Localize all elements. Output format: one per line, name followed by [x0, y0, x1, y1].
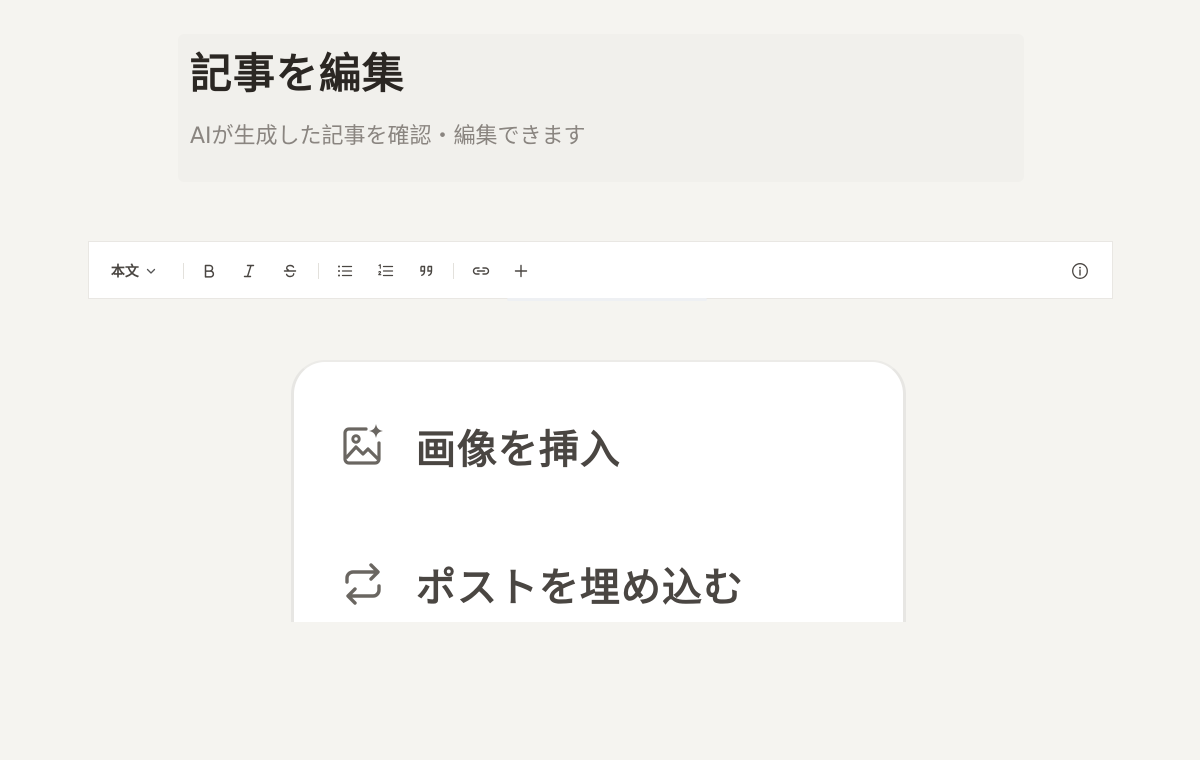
image-add-icon [338, 421, 388, 471]
text-style-value: 本文 [111, 264, 139, 280]
page-subtitle: AIが生成した記事を確認・編集できます [190, 124, 586, 149]
strikethrough-button[interactable] [278, 260, 302, 282]
insert-menu: 画像を挿入 ポストを埋め込む [291, 360, 906, 622]
page-header: 記事を編集 AIが生成した記事を確認・編集できます [178, 34, 1024, 182]
plus-icon [513, 263, 529, 279]
toolbar-divider [183, 263, 184, 279]
bold-button[interactable] [197, 260, 221, 282]
bold-icon [201, 263, 217, 279]
chevron-down-icon [145, 265, 157, 277]
quote-icon [418, 263, 436, 279]
link-button[interactable] [469, 260, 493, 282]
bullet-list-icon [336, 263, 354, 279]
menu-item-insert-image[interactable]: 画像を挿入 [338, 416, 621, 476]
numbered-list-button[interactable] [374, 260, 398, 282]
quote-button[interactable] [415, 260, 439, 282]
repost-icon [338, 559, 388, 609]
menu-item-label: 画像を挿入 [416, 427, 621, 473]
info-button[interactable] [1068, 260, 1092, 282]
toolbar-divider [318, 263, 319, 279]
toolbar-active-indicator [507, 298, 707, 301]
italic-icon [241, 263, 257, 279]
strikethrough-icon [282, 263, 298, 279]
menu-item-label: ポストを埋め込む [416, 565, 744, 611]
insert-button[interactable] [509, 260, 533, 282]
bullet-list-button[interactable] [333, 260, 357, 282]
page-title: 記事を編集 [190, 49, 406, 98]
toolbar-divider [453, 263, 454, 279]
link-icon [471, 263, 491, 279]
numbered-list-icon [377, 263, 395, 279]
editor-toolbar: 本文 [88, 241, 1113, 301]
text-style-select[interactable]: 本文 [111, 260, 157, 282]
info-icon [1071, 262, 1089, 280]
italic-button[interactable] [237, 260, 261, 282]
menu-item-embed-post[interactable]: ポストを埋め込む [338, 554, 744, 614]
